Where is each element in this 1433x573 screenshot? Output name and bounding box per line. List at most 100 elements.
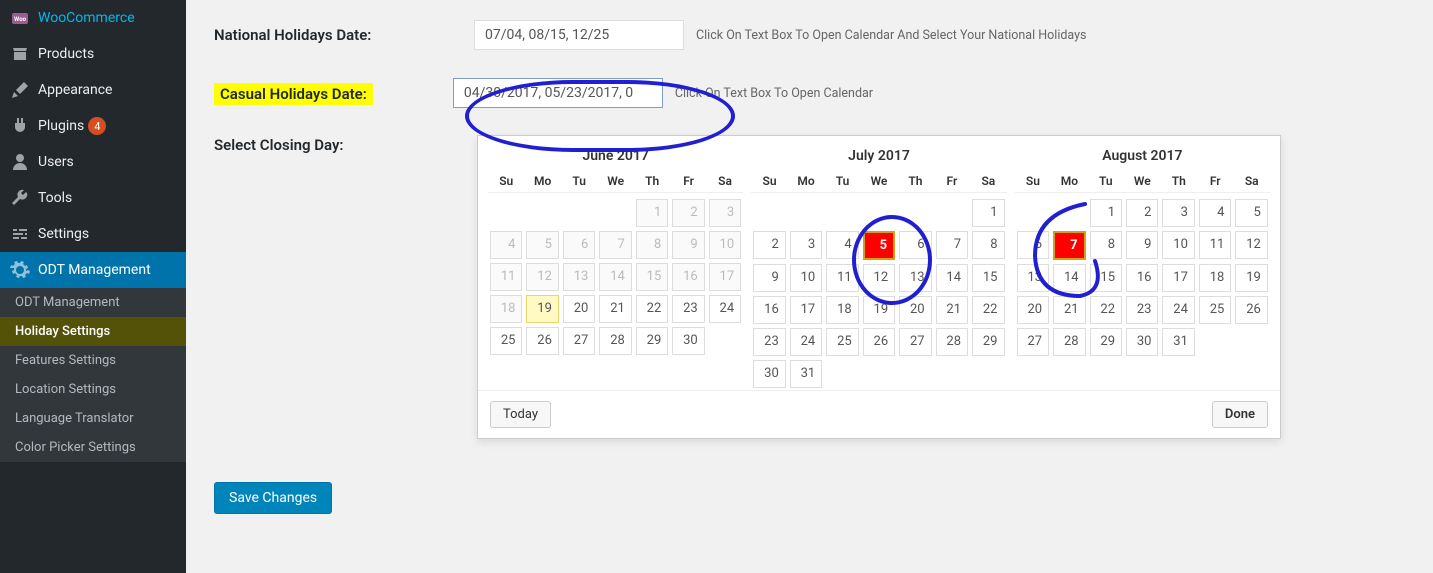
day-cell[interactable]: 17 [1162, 264, 1194, 292]
day-cell[interactable]: 30 [753, 360, 785, 388]
day-cell[interactable]: 16 [753, 296, 785, 324]
day-cell[interactable]: 24 [790, 328, 822, 356]
day-cell[interactable]: 23 [753, 328, 785, 356]
day-cell[interactable]: 10 [1162, 231, 1194, 259]
day-cell[interactable]: 2 [1126, 199, 1158, 227]
submenu-item-holiday-settings[interactable]: Holiday Settings [0, 317, 186, 346]
day-cell[interactable]: 1 [636, 199, 668, 227]
day-cell[interactable]: 20 [899, 296, 931, 324]
day-cell[interactable]: 2 [753, 231, 785, 259]
day-cell[interactable]: 31 [1162, 328, 1194, 356]
day-cell[interactable]: 21 [599, 295, 631, 323]
day-cell[interactable]: 9 [753, 264, 785, 292]
day-cell[interactable]: 14 [1053, 264, 1085, 292]
day-cell[interactable]: 7 [599, 231, 631, 259]
day-cell[interactable]: 26 [863, 328, 895, 356]
day-cell[interactable]: 18 [826, 296, 858, 324]
day-cell[interactable]: 14 [936, 264, 968, 292]
day-cell[interactable]: 19 [526, 295, 558, 323]
day-cell[interactable]: 18 [490, 295, 522, 323]
day-cell[interactable]: 19 [863, 296, 895, 324]
day-cell[interactable]: 21 [1053, 296, 1085, 324]
day-cell[interactable]: 5 [526, 231, 558, 259]
day-cell[interactable]: 14 [599, 263, 631, 291]
day-cell[interactable]: 15 [972, 264, 1004, 292]
day-cell[interactable]: 25 [490, 327, 522, 355]
day-cell[interactable]: 19 [1235, 264, 1267, 292]
day-cell[interactable]: 22 [1090, 296, 1122, 324]
day-cell[interactable]: 11 [1199, 231, 1231, 259]
day-cell[interactable]: 8 [972, 231, 1004, 259]
sidebar-item-appearance[interactable]: Appearance [0, 72, 186, 108]
day-cell[interactable]: 4 [490, 231, 522, 259]
day-cell[interactable]: 26 [1235, 296, 1267, 324]
day-cell[interactable]: 28 [599, 327, 631, 355]
day-cell[interactable]: 11 [826, 264, 858, 292]
day-cell[interactable]: 25 [1199, 296, 1231, 324]
submenu-item-odt-management[interactable]: ODT Management [0, 288, 186, 317]
day-cell[interactable]: 3 [1162, 199, 1194, 227]
day-cell[interactable]: 20 [563, 295, 595, 323]
sidebar-item-odt-management[interactable]: ODT Management [0, 252, 186, 288]
day-cell[interactable]: 24 [1162, 296, 1194, 324]
day-cell[interactable]: 23 [1126, 296, 1158, 324]
day-cell[interactable]: 27 [1017, 328, 1049, 356]
day-cell[interactable]: 7 [1053, 231, 1085, 260]
day-cell[interactable]: 22 [636, 295, 668, 323]
day-cell[interactable]: 17 [790, 296, 822, 324]
day-cell[interactable]: 29 [1090, 328, 1122, 356]
day-cell[interactable]: 16 [672, 263, 704, 291]
day-cell[interactable]: 20 [1017, 296, 1049, 324]
day-cell[interactable]: 1 [972, 199, 1004, 227]
day-cell[interactable]: 4 [826, 231, 858, 259]
day-cell[interactable]: 29 [636, 327, 668, 355]
day-cell[interactable]: 13 [1017, 264, 1049, 292]
sidebar-item-woocommerce[interactable]: WooWooCommerce [0, 0, 186, 36]
today-button[interactable]: Today [490, 401, 551, 428]
day-cell[interactable]: 4 [1199, 199, 1231, 227]
sidebar-item-settings[interactable]: Settings [0, 216, 186, 252]
day-cell[interactable]: 27 [899, 328, 931, 356]
day-cell[interactable]: 24 [709, 295, 741, 323]
day-cell[interactable]: 27 [563, 327, 595, 355]
day-cell[interactable]: 31 [790, 360, 822, 388]
day-cell[interactable]: 3 [709, 199, 741, 227]
day-cell[interactable]: 29 [972, 328, 1004, 356]
day-cell[interactable]: 23 [672, 295, 704, 323]
day-cell[interactable]: 5 [1235, 199, 1267, 227]
day-cell[interactable]: 15 [636, 263, 668, 291]
day-cell[interactable]: 1 [1090, 199, 1122, 227]
submenu-item-location-settings[interactable]: Location Settings [0, 375, 186, 404]
day-cell[interactable]: 10 [709, 231, 741, 259]
day-cell[interactable]: 3 [790, 231, 822, 259]
day-cell[interactable]: 12 [1235, 231, 1267, 259]
day-cell[interactable]: 5 [863, 231, 895, 260]
day-cell[interactable]: 12 [863, 264, 895, 292]
day-cell[interactable]: 16 [1126, 264, 1158, 292]
casual-holidays-input[interactable] [453, 78, 663, 108]
day-cell[interactable]: 6 [899, 231, 931, 259]
day-cell[interactable]: 28 [936, 328, 968, 356]
day-cell[interactable]: 2 [672, 199, 704, 227]
submenu-item-color-picker-settings[interactable]: Color Picker Settings [0, 433, 186, 462]
day-cell[interactable]: 17 [709, 263, 741, 291]
day-cell[interactable]: 13 [563, 263, 595, 291]
day-cell[interactable]: 30 [1126, 328, 1158, 356]
national-holidays-input[interactable] [474, 20, 684, 50]
day-cell[interactable]: 8 [1090, 231, 1122, 259]
day-cell[interactable]: 9 [1126, 231, 1158, 259]
day-cell[interactable]: 11 [490, 263, 522, 291]
sidebar-item-products[interactable]: Products [0, 36, 186, 72]
day-cell[interactable]: 18 [1199, 264, 1231, 292]
day-cell[interactable]: 7 [936, 231, 968, 259]
day-cell[interactable]: 6 [1017, 231, 1049, 259]
day-cell[interactable]: 21 [936, 296, 968, 324]
day-cell[interactable]: 22 [972, 296, 1004, 324]
day-cell[interactable]: 25 [826, 328, 858, 356]
day-cell[interactable]: 9 [672, 231, 704, 259]
submenu-item-features-settings[interactable]: Features Settings [0, 346, 186, 375]
day-cell[interactable]: 10 [790, 264, 822, 292]
day-cell[interactable]: 26 [526, 327, 558, 355]
done-button[interactable]: Done [1212, 401, 1268, 428]
submenu-item-language-translator[interactable]: Language Translator [0, 404, 186, 433]
